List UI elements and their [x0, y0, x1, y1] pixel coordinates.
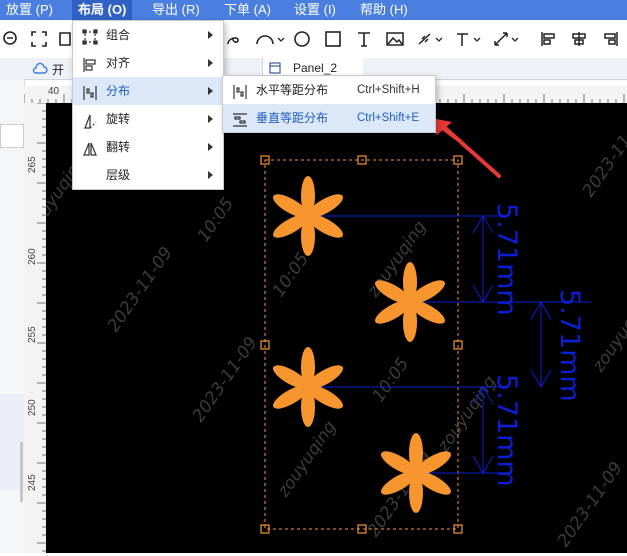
- fit-screen-icon[interactable]: [27, 25, 51, 53]
- flip-icon: [82, 139, 98, 156]
- menu-layout[interactable]: 布局 (O): [72, 0, 133, 20]
- watermark-date-1: 2023-11-09: [104, 243, 177, 335]
- left-panel-field[interactable]: [0, 124, 24, 148]
- menu-place[interactable]: 放置 (P): [6, 0, 53, 20]
- v-ruler-label-4: 250: [27, 399, 38, 416]
- menu-item-group[interactable]: 组合: [73, 21, 223, 49]
- v-ruler-label-2: 260: [27, 248, 38, 265]
- menu-item-layer[interactable]: 层级: [73, 161, 223, 189]
- vertical-ruler: 265 260 255 250 245: [24, 102, 46, 553]
- watermark-user-4: zouyuqing: [433, 372, 501, 457]
- menu-bar: 放置 (P) 布局 (O) 导出 (R) 下单 (A) 设置 (I) 帮助 (H…: [0, 0, 627, 20]
- dimension-label-3: 5.71mm: [491, 374, 522, 487]
- menu-item-horizontal-distribute[interactable]: 水平等距分布 Ctrl+Shift+H: [223, 76, 435, 104]
- dimension-label-1: 5.71mm: [491, 203, 522, 316]
- menu-item-flip[interactable]: 翻转: [73, 133, 223, 161]
- watermark-time-3: 10:05: [369, 354, 413, 406]
- left-panel-scrollbar[interactable]: [20, 442, 23, 502]
- vertical-distribute-label: 垂直等距分布: [256, 111, 329, 125]
- measure-tool-icon[interactable]: [492, 25, 524, 53]
- rectangle-tool-icon[interactable]: [322, 25, 344, 53]
- menu-order[interactable]: 下单 (A): [224, 0, 271, 20]
- menu-item-group-label: 组合: [106, 28, 131, 42]
- align-icon: [82, 55, 98, 72]
- submenu-arrow-icon: [208, 115, 213, 123]
- watermark-time-2: 10:05: [269, 249, 313, 301]
- submenu-arrow-icon: [208, 143, 213, 151]
- horizontal-distribute-icon: [232, 82, 248, 99]
- rotate-icon: [82, 111, 98, 129]
- watermark-date-5: 2023-11-09: [554, 458, 627, 550]
- menu-item-layer-label: 层级: [106, 168, 131, 182]
- watermark-user-5: zouyuqing: [588, 292, 627, 377]
- menu-settings[interactable]: 设置 (I): [294, 0, 336, 20]
- text-tool-icon[interactable]: [353, 25, 375, 53]
- left-panel: [0, 79, 25, 553]
- submenu-arrow-icon: [208, 31, 213, 39]
- group-icon: [82, 27, 98, 45]
- align-right-icon[interactable]: [600, 25, 622, 53]
- distribute-submenu: 水平等距分布 Ctrl+Shift+H 垂直等距分布 Ctrl+Shift+E: [222, 75, 436, 133]
- horizontal-distribute-label: 水平等距分布: [256, 83, 329, 97]
- menu-item-flip-label: 翻转: [106, 140, 131, 154]
- submenu-arrow-icon: [208, 59, 213, 67]
- circle-tool-icon[interactable]: [291, 25, 313, 53]
- tab-panel-label: Panel_2: [293, 61, 338, 75]
- pen-icon[interactable]: [222, 25, 244, 53]
- layout-menu: 组合 对齐 分布 旋转 翻转 层级: [72, 20, 224, 190]
- vertical-distribute-shortcut: Ctrl+Shift+E: [357, 112, 419, 124]
- menu-item-align-label: 对齐: [106, 56, 131, 70]
- image-tool-icon[interactable]: [384, 25, 406, 53]
- panel-icon: [269, 62, 281, 74]
- watermark-time-1: 10:05: [194, 194, 238, 246]
- distribute-icon: [82, 83, 98, 100]
- menu-item-align[interactable]: 对齐: [73, 49, 223, 77]
- h-ruler-label: 40: [48, 86, 60, 97]
- watermark-date-2: 2023-11-09: [189, 333, 262, 425]
- tab-left[interactable]: 开: [52, 61, 64, 78]
- horizontal-distribute-shortcut: Ctrl+Shift+H: [357, 84, 420, 96]
- zoom-out-icon[interactable]: [0, 25, 22, 53]
- submenu-arrow-icon: [208, 87, 213, 95]
- menu-export[interactable]: 导出 (R): [152, 0, 200, 20]
- menu-item-distribute-label: 分布: [106, 84, 131, 98]
- menu-item-distribute[interactable]: 分布: [73, 77, 223, 105]
- align-left-icon[interactable]: [537, 25, 559, 53]
- dimension-label-2: 5.71mm: [554, 289, 585, 402]
- menu-item-rotate[interactable]: 旋转: [73, 105, 223, 133]
- menu-help[interactable]: 帮助 (H): [360, 0, 408, 20]
- menu-item-vertical-distribute[interactable]: 垂直等距分布 Ctrl+Shift+E: [223, 104, 435, 132]
- submenu-arrow-icon: [208, 171, 213, 179]
- vertical-distribute-icon: [232, 110, 248, 127]
- v-ruler-label-5: 245: [27, 474, 38, 491]
- angle-tool-icon[interactable]: [454, 25, 486, 53]
- align-center-icon[interactable]: [568, 25, 590, 53]
- cloud-icon: [32, 61, 48, 75]
- arc-tool-icon[interactable]: [254, 25, 286, 53]
- v-ruler-label-1: 265: [27, 156, 38, 173]
- watermark-user-3: zouyuqing: [273, 417, 341, 502]
- dimension-tool-icon[interactable]: [416, 25, 446, 53]
- menu-item-rotate-label: 旋转: [106, 112, 131, 126]
- v-ruler-label-3: 255: [27, 326, 38, 343]
- frame-icon[interactable]: [58, 25, 72, 53]
- watermark-date-4: 2023-11-09: [579, 108, 627, 200]
